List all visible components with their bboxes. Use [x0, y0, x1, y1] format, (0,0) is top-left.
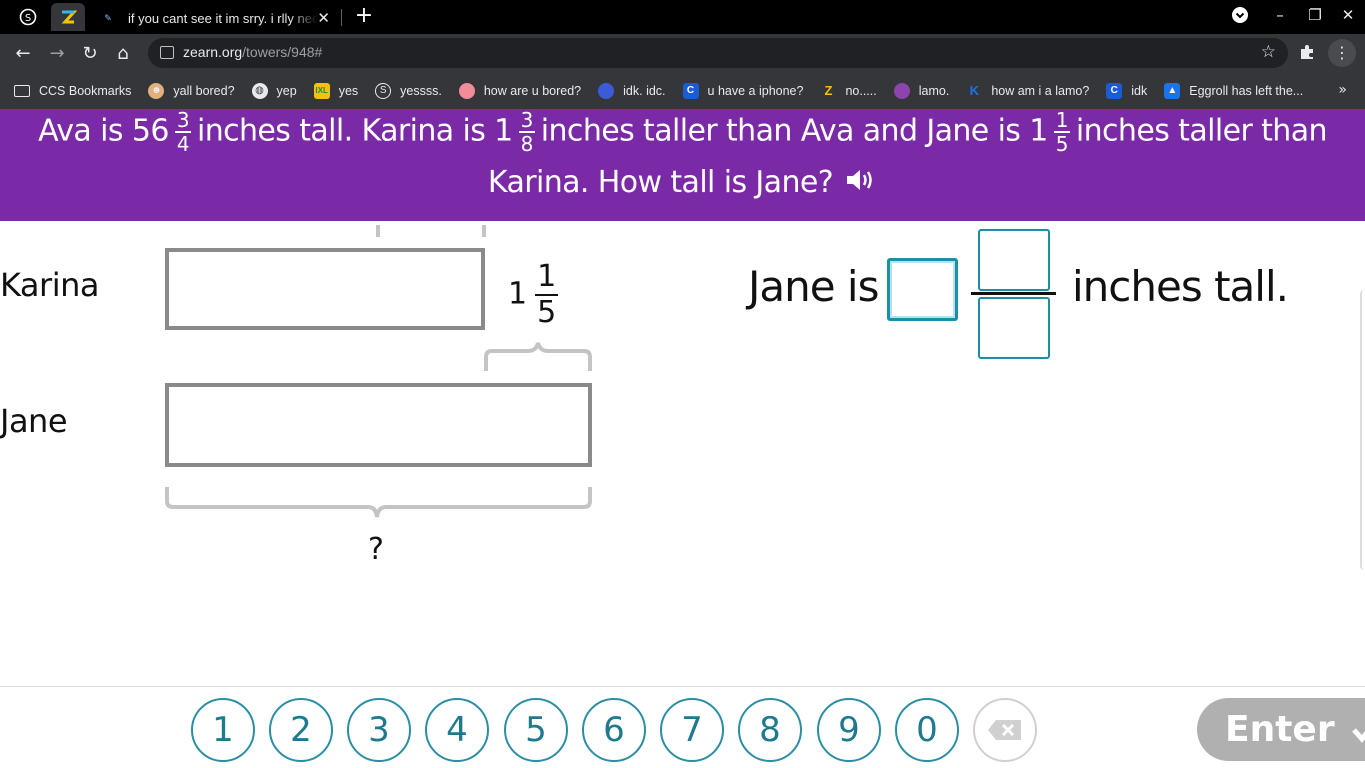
answer-fraction-bar: [971, 292, 1056, 295]
forward-arrow-icon[interactable]: →: [45, 41, 69, 65]
key-1[interactable]: 1: [191, 698, 255, 762]
extensions-puzzle-icon[interactable]: [1295, 42, 1319, 64]
bookmark-item[interactable]: idk. idc.: [598, 82, 666, 99]
key-8[interactable]: 8: [738, 698, 802, 762]
bookmark-item[interactable]: how are u bored?: [458, 82, 581, 99]
label-jane: Jane: [0, 402, 68, 440]
enter-button[interactable]: Enter: [1197, 698, 1365, 761]
side-panel-edge: [1360, 290, 1365, 570]
problem-banner: Ava is 56 3 4 inches tall. Karina is 1 3 8 inc…: [0, 109, 1365, 221]
folder-icon: [14, 84, 30, 97]
more-bookmarks-button[interactable]: »: [1338, 82, 1347, 98]
bookmarks-bar: CCS Bookmarks ☻ yall bored? ◍ yep IXL yes S…: [0, 72, 1365, 109]
new-tab-button[interactable]: +: [352, 4, 376, 30]
fraction: 15: [535, 259, 559, 330]
speaker-icon[interactable]: [845, 162, 877, 206]
key-2[interactable]: 2: [269, 698, 333, 762]
key-7[interactable]: 7: [660, 698, 724, 762]
classroom-icon: ▲: [1164, 82, 1181, 99]
checkmark-icon: [1352, 728, 1365, 743]
brace-difference: [484, 342, 592, 371]
browser-menu-icon[interactable]: ⋮: [1328, 39, 1356, 67]
close-tab-icon[interactable]: ✕: [317, 9, 330, 27]
minimize-icon[interactable]: –: [1268, 6, 1292, 24]
bookmark-item[interactable]: IXL yes: [313, 82, 358, 99]
svg-text:S: S: [25, 13, 31, 24]
fraction: 38: [518, 108, 535, 156]
tab-search-icon[interactable]: [1228, 6, 1252, 28]
bookmark-item[interactable]: ▲ Eggroll has left the...: [1164, 82, 1303, 99]
problem-line-1: Ava is 56 3 4 inches tall. Karina is 1 3 8 inc…: [38, 108, 1327, 156]
whole-number-input[interactable]: [887, 258, 958, 321]
bookmark-item[interactable]: lamo.: [893, 82, 949, 99]
bookmark-item[interactable]: ☻ yall bored?: [148, 82, 235, 99]
home-icon[interactable]: ⌂: [111, 41, 135, 65]
site-info-icon[interactable]: [160, 46, 174, 59]
tab-active[interactable]: ✎ if you cant see it im srry. i rlly nee…: [90, 3, 338, 34]
browser-toolbar: ← → ↻ ⌂ zearn.org/towers/948# ☆ ⋮: [0, 34, 1365, 72]
label-karina: Karina: [0, 266, 99, 304]
reload-icon[interactable]: ↻: [78, 41, 102, 65]
fraction: 15: [1053, 108, 1070, 156]
tab-favicon-icon: ✎: [104, 13, 112, 24]
pig-icon: [458, 82, 475, 99]
z-icon: Z: [824, 83, 833, 98]
bookmark-item[interactable]: ◍ yep: [251, 82, 297, 99]
ixl-icon: IXL: [313, 82, 330, 99]
address-bar[interactable]: zearn.org/towers/948# ☆: [148, 38, 1288, 68]
tab-title: if you cant see it im srry. i rlly need: [128, 11, 318, 26]
key-3[interactable]: 3: [347, 698, 411, 762]
bookmark-item[interactable]: Zno.....: [820, 83, 876, 99]
globe-icon: ◍: [251, 82, 268, 99]
url-text: zearn.org/towers/948#: [183, 44, 323, 60]
difference-label: 115: [508, 259, 559, 330]
answer-suffix: inches tall.: [1072, 262, 1289, 311]
karina-bar: [165, 248, 485, 330]
backspace-icon: [988, 720, 1021, 740]
bookmark-item[interactable]: Cidk: [1106, 82, 1147, 99]
ninja-icon: [598, 82, 615, 99]
pinned-tab-s[interactable]: S: [11, 3, 45, 31]
problem-line-2: Karina. How tall is Jane?: [0, 161, 1365, 206]
key-6[interactable]: 6: [582, 698, 646, 762]
denominator-input[interactable]: [978, 297, 1050, 359]
pinned-tab-zearn[interactable]: [51, 3, 85, 31]
bookmark-star-icon[interactable]: ☆: [1261, 42, 1276, 62]
unknown-total-label: ?: [368, 532, 384, 567]
close-window-icon[interactable]: ✕: [1336, 6, 1360, 24]
k-icon: K: [969, 83, 979, 98]
key-0[interactable]: 0: [895, 698, 959, 762]
brace-total: [165, 487, 592, 518]
s-circle-icon: S: [19, 8, 37, 26]
brace-top: [376, 225, 486, 237]
bookmark-item[interactable]: Khow am i a lamo?: [966, 83, 1090, 99]
face-icon: ☻: [148, 82, 165, 99]
key-5[interactable]: 5: [504, 698, 568, 762]
gem-icon: [893, 82, 910, 99]
c-icon: C: [682, 82, 699, 99]
c-icon: C: [1106, 82, 1123, 99]
tab-separator: [341, 9, 342, 26]
bookmark-item[interactable]: CCS Bookmarks: [14, 84, 131, 98]
backspace-button[interactable]: [973, 698, 1037, 762]
bookmark-item[interactable]: Cu have a iphone?: [682, 82, 803, 99]
bookmark-item[interactable]: Syessss.: [375, 82, 442, 99]
jane-bar: [165, 383, 592, 467]
numerator-input[interactable]: [978, 229, 1050, 291]
fraction: 34: [174, 108, 191, 156]
key-4[interactable]: 4: [425, 698, 489, 762]
tab-strip: S ✎ if you cant see it im srry. i rlly n…: [0, 0, 1365, 34]
z-icon: [61, 10, 77, 24]
answer-prefix: Jane is: [748, 262, 879, 311]
keypad-divider: [0, 686, 1365, 687]
s-circle-icon: S: [375, 82, 392, 99]
back-arrow-icon[interactable]: ←: [11, 41, 35, 65]
restore-icon[interactable]: ❐: [1303, 6, 1327, 24]
key-9[interactable]: 9: [817, 698, 881, 762]
